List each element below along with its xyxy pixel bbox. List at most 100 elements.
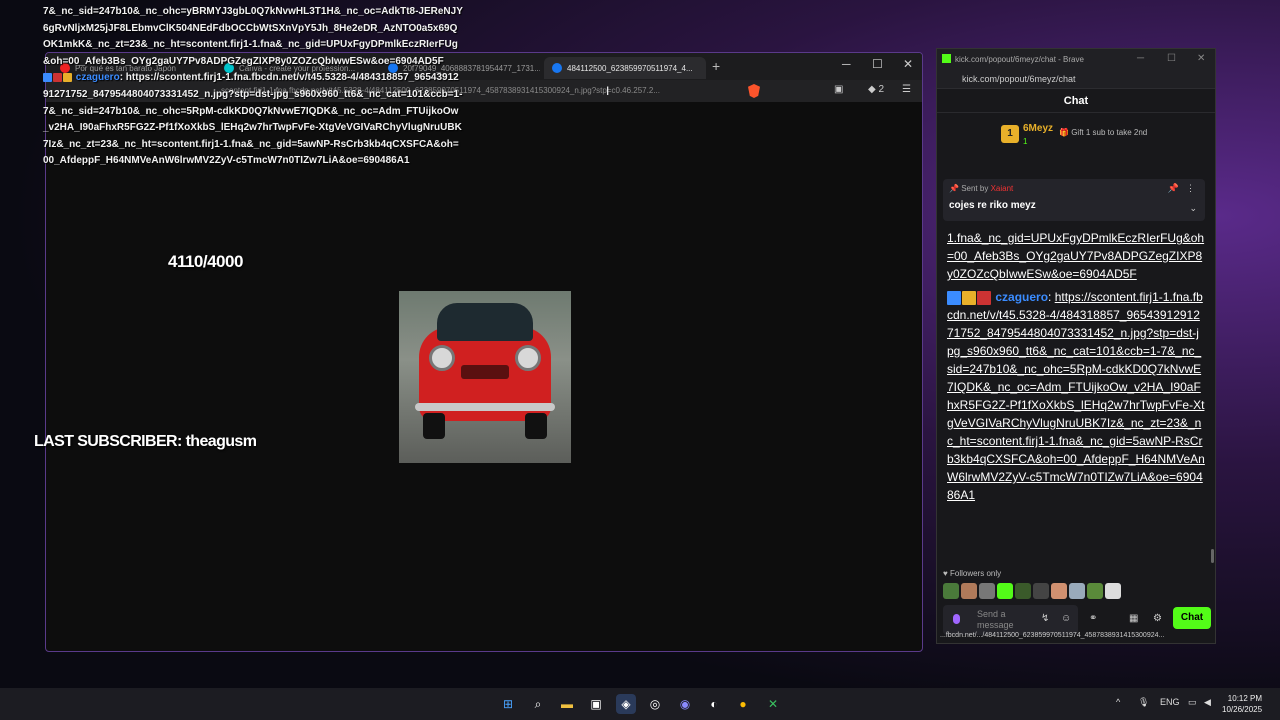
- badge-icon: [977, 290, 991, 305]
- emote-icon[interactable]: [1015, 583, 1031, 599]
- close-window-button[interactable]: ✕: [903, 57, 913, 71]
- car-wheel-right: [525, 413, 547, 439]
- windows-start-icon[interactable]: ⊞: [498, 694, 518, 714]
- emote-icon[interactable]: [1051, 583, 1067, 599]
- network-icon[interactable]: ▭: [1188, 697, 1197, 708]
- last-subscriber: LAST SUBSCRIBER: theagusm: [34, 433, 257, 450]
- pinned-message[interactable]: 📌 Sent by Xaiant 📌 ⋮ cojes re riko meyz …: [943, 179, 1205, 221]
- overlay-chat-username: czaguero: [75, 72, 120, 84]
- chevron-down-icon[interactable]: ⌄: [1189, 203, 1197, 214]
- followers-only-label: Followers only: [949, 569, 1002, 578]
- close-window-button[interactable]: ✕: [1197, 53, 1205, 64]
- link-status-bar: ...fbcdn.net/.../484112500_6238599705119…: [940, 632, 1165, 639]
- gift-sub-button[interactable]: 🎁 Gift 1 sub to take 2nd: [1059, 128, 1147, 137]
- emote-icon[interactable]: [961, 583, 977, 599]
- overlay-chat-message: czaguero: https://scontent.firj1-1.fna.f…: [43, 70, 463, 170]
- settings-icon[interactable]: ⚙: [1153, 613, 1162, 624]
- clock[interactable]: 10:12 PM 10/26/2025: [1222, 693, 1262, 715]
- chat-message-link[interactable]: 1.fna&_nc_gid=UPUxFgyDPmlkEczRIerFUg&oh=…: [947, 229, 1205, 283]
- more-options-icon[interactable]: ⋮: [1186, 183, 1195, 194]
- obs-icon[interactable]: ◐: [704, 694, 724, 714]
- chat-input[interactable]: Send a message ↯ ☺: [943, 605, 1078, 635]
- discord-icon[interactable]: ◉: [675, 694, 695, 714]
- taskbar: ⊞ ⌕ ▬ ▣ ◈ ◎ ◉ ◐ ● ✕ ^ 🎙 ENG ▭ ◀ 10:12 PM…: [0, 688, 1280, 720]
- emote-icon[interactable]: [1105, 583, 1121, 599]
- emote-icon[interactable]: [979, 583, 995, 599]
- maximize-button[interactable]: ☐: [1167, 53, 1176, 64]
- gift-sub-label: Gift 1 sub to take 2nd: [1071, 128, 1148, 137]
- emote-icon[interactable]: [1069, 583, 1085, 599]
- pin-icon[interactable]: 📌: [1168, 183, 1179, 194]
- xbox-icon[interactable]: ✕: [763, 694, 783, 714]
- extension-count: 2: [878, 84, 885, 95]
- sidebar-icon[interactable]: ▣: [834, 84, 843, 95]
- minimize-button[interactable]: ─: [1137, 53, 1144, 64]
- emote-icon[interactable]: [997, 583, 1013, 599]
- car-headlight-right: [515, 345, 541, 371]
- overlay-chat-line: 7&_nc_sid=247b10&_nc_ohc=yBRMYJ3gbL0Q7kN…: [43, 6, 463, 67]
- chat-username[interactable]: czaguero: [995, 290, 1048, 304]
- chat-header: Chat: [937, 89, 1215, 113]
- chat-scrollbar[interactable]: [1211, 549, 1214, 563]
- volume-icon[interactable]: ◀: [1204, 697, 1211, 708]
- language-indicator[interactable]: ENG: [1160, 697, 1180, 707]
- microphone-icon[interactable]: [953, 614, 960, 624]
- facebook-icon: [552, 63, 562, 73]
- minimize-button[interactable]: ─: [842, 57, 851, 71]
- overlay-chat-text: : https://scontent.firj1-1.fna.fbcdn.net…: [43, 72, 463, 167]
- overlay-chat: 7&_nc_sid=247b10&_nc_ohc=yBRMYJ3gbL0Q7kN…: [43, 4, 463, 170]
- car-photo: [399, 291, 571, 463]
- gift-leaderboard: 1 6Meyz 1 🎁 Gift 1 sub to take 2nd: [937, 113, 1215, 153]
- pinned-by-label: Sent by: [961, 184, 989, 193]
- microphone-icon[interactable]: 🎙: [1138, 697, 1149, 708]
- leader-count: 1: [1023, 137, 1028, 146]
- crown-icon: [962, 290, 976, 305]
- crown-icon: [63, 73, 72, 83]
- badge-icon: [43, 73, 52, 83]
- translate-icon[interactable]: ↯: [1041, 613, 1049, 624]
- tab-label: 484112500_623859970511974_4...: [567, 63, 693, 73]
- new-tab-button[interactable]: +: [712, 58, 720, 74]
- kick-chat-window: kick.com/popout/6meyz/chat - Brave ─ ☐ ✕…: [936, 48, 1216, 644]
- emote-icon[interactable]: [1033, 583, 1049, 599]
- brave-shield-icon[interactable]: [748, 84, 760, 98]
- store-icon[interactable]: ▦: [1129, 613, 1138, 624]
- car-grille: [461, 365, 509, 379]
- leader-name[interactable]: 6Meyz: [1023, 123, 1053, 134]
- extensions-icon[interactable]: ◆ 2: [868, 84, 884, 95]
- emote-icon[interactable]: [943, 583, 959, 599]
- car-wheel-left: [423, 413, 445, 439]
- kick-address-bar[interactable]: kick.com/popout/6meyz/chat: [937, 69, 1215, 89]
- chat-messages: 1.fna&_nc_gid=UPUxFgyDPmlkEczRIerFUg&oh=…: [947, 229, 1205, 504]
- store-icon[interactable]: ▣: [586, 694, 606, 714]
- steam-icon[interactable]: ◎: [645, 694, 665, 714]
- clock-time: 10:12 PM: [1227, 694, 1263, 703]
- text-cursor-icon: I: [606, 84, 610, 98]
- car-windshield: [437, 303, 533, 341]
- file-explorer-icon[interactable]: ▬: [557, 694, 577, 714]
- clock-date: 10/26/2025: [1222, 705, 1263, 714]
- send-chat-button[interactable]: Chat: [1173, 607, 1211, 629]
- followers-only-notice: ♥ Followers only: [943, 569, 1002, 578]
- chat-input-placeholder: Send a message: [977, 609, 1014, 630]
- search-icon[interactable]: ⌕: [528, 694, 548, 714]
- link-icon[interactable]: ⚭: [1089, 613, 1097, 624]
- badge-icon: [947, 290, 961, 305]
- emote-bar: [943, 583, 1121, 599]
- pinned-by-user: Xaiant: [990, 184, 1014, 193]
- emote-icon[interactable]: [1087, 583, 1103, 599]
- chat-message-link[interactable]: https://scontent.firj1-1.fna.fbcdn.net/v…: [947, 290, 1205, 502]
- chat-message: czaguero: https://scontent.firj1-1.fna.f…: [947, 290, 1205, 502]
- maximize-button[interactable]: ☐: [872, 57, 883, 71]
- app-icon[interactable]: ◈: [616, 694, 636, 714]
- car-headlight-left: [429, 345, 455, 371]
- chrome-icon[interactable]: ●: [733, 694, 753, 714]
- chevron-up-icon[interactable]: ^: [1116, 697, 1120, 707]
- car-bumper: [415, 403, 555, 411]
- menu-icon[interactable]: ☰: [902, 84, 911, 95]
- tab-image-active[interactable]: 484112500_623859970511974_4... ✕: [544, 57, 706, 79]
- goal-counter: 4110/4000: [168, 252, 243, 271]
- emoji-icon[interactable]: ☺: [1061, 613, 1071, 624]
- kick-url-text[interactable]: kick.com/popout/6meyz/chat: [962, 74, 1076, 84]
- pinned-message-text: cojes re riko meyz: [949, 200, 1036, 211]
